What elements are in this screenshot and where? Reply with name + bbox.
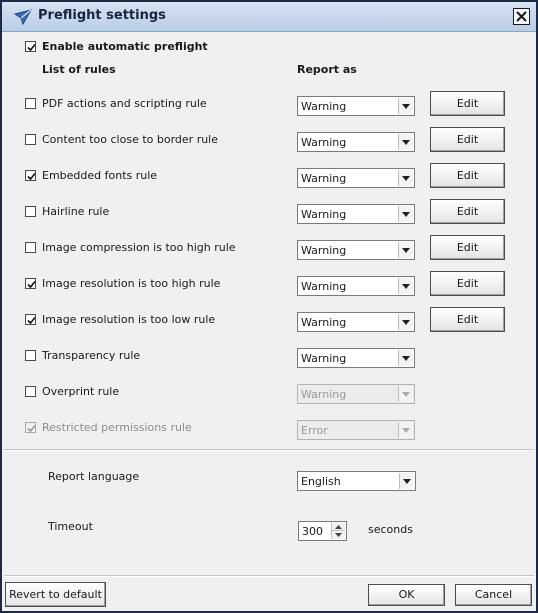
report-as-value: Warning xyxy=(301,316,347,329)
cancel-label: Cancel xyxy=(474,588,513,601)
report-as-header: Report as xyxy=(297,63,357,76)
edit-label: Edit xyxy=(456,133,479,146)
rule-label: PDF actions and scripting rule xyxy=(42,97,207,110)
edit-label: Edit xyxy=(456,97,479,110)
edit-label: Edit xyxy=(456,241,479,254)
report-as-value: Warning xyxy=(301,208,347,221)
report-as-value: Warning xyxy=(301,352,347,365)
edit-label: Edit xyxy=(456,277,479,290)
rule-label: Hairline rule xyxy=(42,205,110,218)
divider xyxy=(4,449,534,451)
edit-rule-button[interactable]: Edit xyxy=(430,199,505,224)
report-as-select[interactable]: Warning xyxy=(297,204,415,224)
report-as-value: Warning xyxy=(301,136,347,149)
rule-label: Content too close to border rule xyxy=(42,133,219,146)
edit-rule-button[interactable]: Edit xyxy=(430,271,505,296)
edit-label: Edit xyxy=(456,313,479,326)
chevron-down-icon xyxy=(335,533,342,537)
revert-to-default-button[interactable]: Revert to default xyxy=(5,582,106,607)
edit-rule-button[interactable]: Edit xyxy=(430,163,505,188)
checkmark-icon xyxy=(27,280,36,289)
rule-checkbox[interactable] xyxy=(25,278,36,289)
checkmark-icon xyxy=(27,424,36,433)
report-language-label: Report language xyxy=(48,470,140,483)
edit-rule-button[interactable]: Edit xyxy=(430,127,505,152)
cancel-button[interactable]: Cancel xyxy=(455,584,532,606)
chevron-down-icon xyxy=(398,422,413,438)
rule-checkbox xyxy=(25,422,36,433)
report-language-select[interactable]: English xyxy=(297,471,416,491)
rule-checkbox[interactable] xyxy=(25,314,36,325)
report-as-value: Warning xyxy=(301,388,347,401)
footer-divider xyxy=(4,575,534,577)
rule-label: Embedded fonts rule xyxy=(42,169,158,182)
report-as-select[interactable]: Warning xyxy=(297,348,415,368)
chevron-down-icon xyxy=(398,314,413,330)
ok-button[interactable]: OK xyxy=(368,584,445,606)
chevron-down-icon xyxy=(398,134,413,150)
revert-label: Revert to default xyxy=(9,588,102,601)
rule-checkbox[interactable] xyxy=(25,170,36,181)
rule-label: Restricted permissions rule xyxy=(42,421,192,434)
timeout-unit: seconds xyxy=(368,523,413,536)
rule-checkbox[interactable] xyxy=(25,98,36,109)
checkmark-icon xyxy=(27,172,36,181)
rule-label: Overprint rule xyxy=(42,385,120,398)
title-bar: Preflight settings xyxy=(2,2,536,32)
chevron-up-icon xyxy=(335,525,342,529)
checkmark-icon xyxy=(27,43,36,52)
checkmark-icon xyxy=(27,316,36,325)
enable-preflight-label: Enable automatic preflight xyxy=(42,40,208,53)
report-as-select[interactable]: Warning xyxy=(297,132,415,152)
report-as-value: Warning xyxy=(301,100,347,113)
edit-rule-button[interactable]: Edit xyxy=(430,235,505,260)
window-title: Preflight settings xyxy=(38,8,166,23)
rule-checkbox[interactable] xyxy=(25,386,36,397)
chevron-down-icon xyxy=(398,206,413,222)
timeout-label: Timeout xyxy=(48,520,93,533)
list-of-rules-header: List of rules xyxy=(42,63,116,76)
report-as-select[interactable]: Warning xyxy=(297,96,415,116)
chevron-down-icon xyxy=(398,98,413,114)
stepper-down-button[interactable] xyxy=(331,531,345,539)
report-as-select[interactable]: Warning xyxy=(297,240,415,260)
chevron-down-icon xyxy=(399,473,414,489)
edit-rule-button[interactable]: Edit xyxy=(430,307,505,332)
chevron-down-icon xyxy=(398,278,413,294)
edit-label: Edit xyxy=(456,205,479,218)
ok-label: OK xyxy=(398,588,415,601)
rule-checkbox[interactable] xyxy=(25,350,36,361)
rule-label: Image compression is too high rule xyxy=(42,241,236,254)
report-as-select[interactable]: Warning xyxy=(297,312,415,332)
paper-plane-icon xyxy=(13,9,33,26)
edit-label: Edit xyxy=(456,169,479,182)
chevron-down-icon xyxy=(398,386,413,402)
report-as-select[interactable]: Warning xyxy=(297,168,415,188)
close-button[interactable] xyxy=(513,8,530,25)
report-as-select: Error xyxy=(297,420,415,440)
report-as-select[interactable]: Warning xyxy=(297,276,415,296)
chevron-down-icon xyxy=(398,242,413,258)
chevron-down-icon xyxy=(398,170,413,186)
stepper-up-button[interactable] xyxy=(331,523,345,531)
rule-checkbox[interactable] xyxy=(25,206,36,217)
enable-preflight-checkbox[interactable] xyxy=(25,41,36,52)
timeout-stepper[interactable]: 300 xyxy=(298,521,347,541)
rule-label: Image resolution is too high rule xyxy=(42,277,221,290)
preflight-settings-dialog: Preflight settings Enable automatic pref… xyxy=(0,0,538,613)
rule-label: Transparency rule xyxy=(42,349,141,362)
report-language-value: English xyxy=(301,475,341,488)
close-icon xyxy=(516,11,527,22)
edit-rule-button[interactable]: Edit xyxy=(430,91,505,116)
chevron-down-icon xyxy=(398,350,413,366)
rule-checkbox[interactable] xyxy=(25,242,36,253)
timeout-value: 300 xyxy=(302,525,323,538)
rule-label: Image resolution is too low rule xyxy=(42,313,216,326)
report-as-select: Warning xyxy=(297,384,415,404)
rule-checkbox[interactable] xyxy=(25,134,36,145)
report-as-value: Error xyxy=(301,424,328,437)
report-as-value: Warning xyxy=(301,172,347,185)
report-as-value: Warning xyxy=(301,280,347,293)
report-as-value: Warning xyxy=(301,244,347,257)
